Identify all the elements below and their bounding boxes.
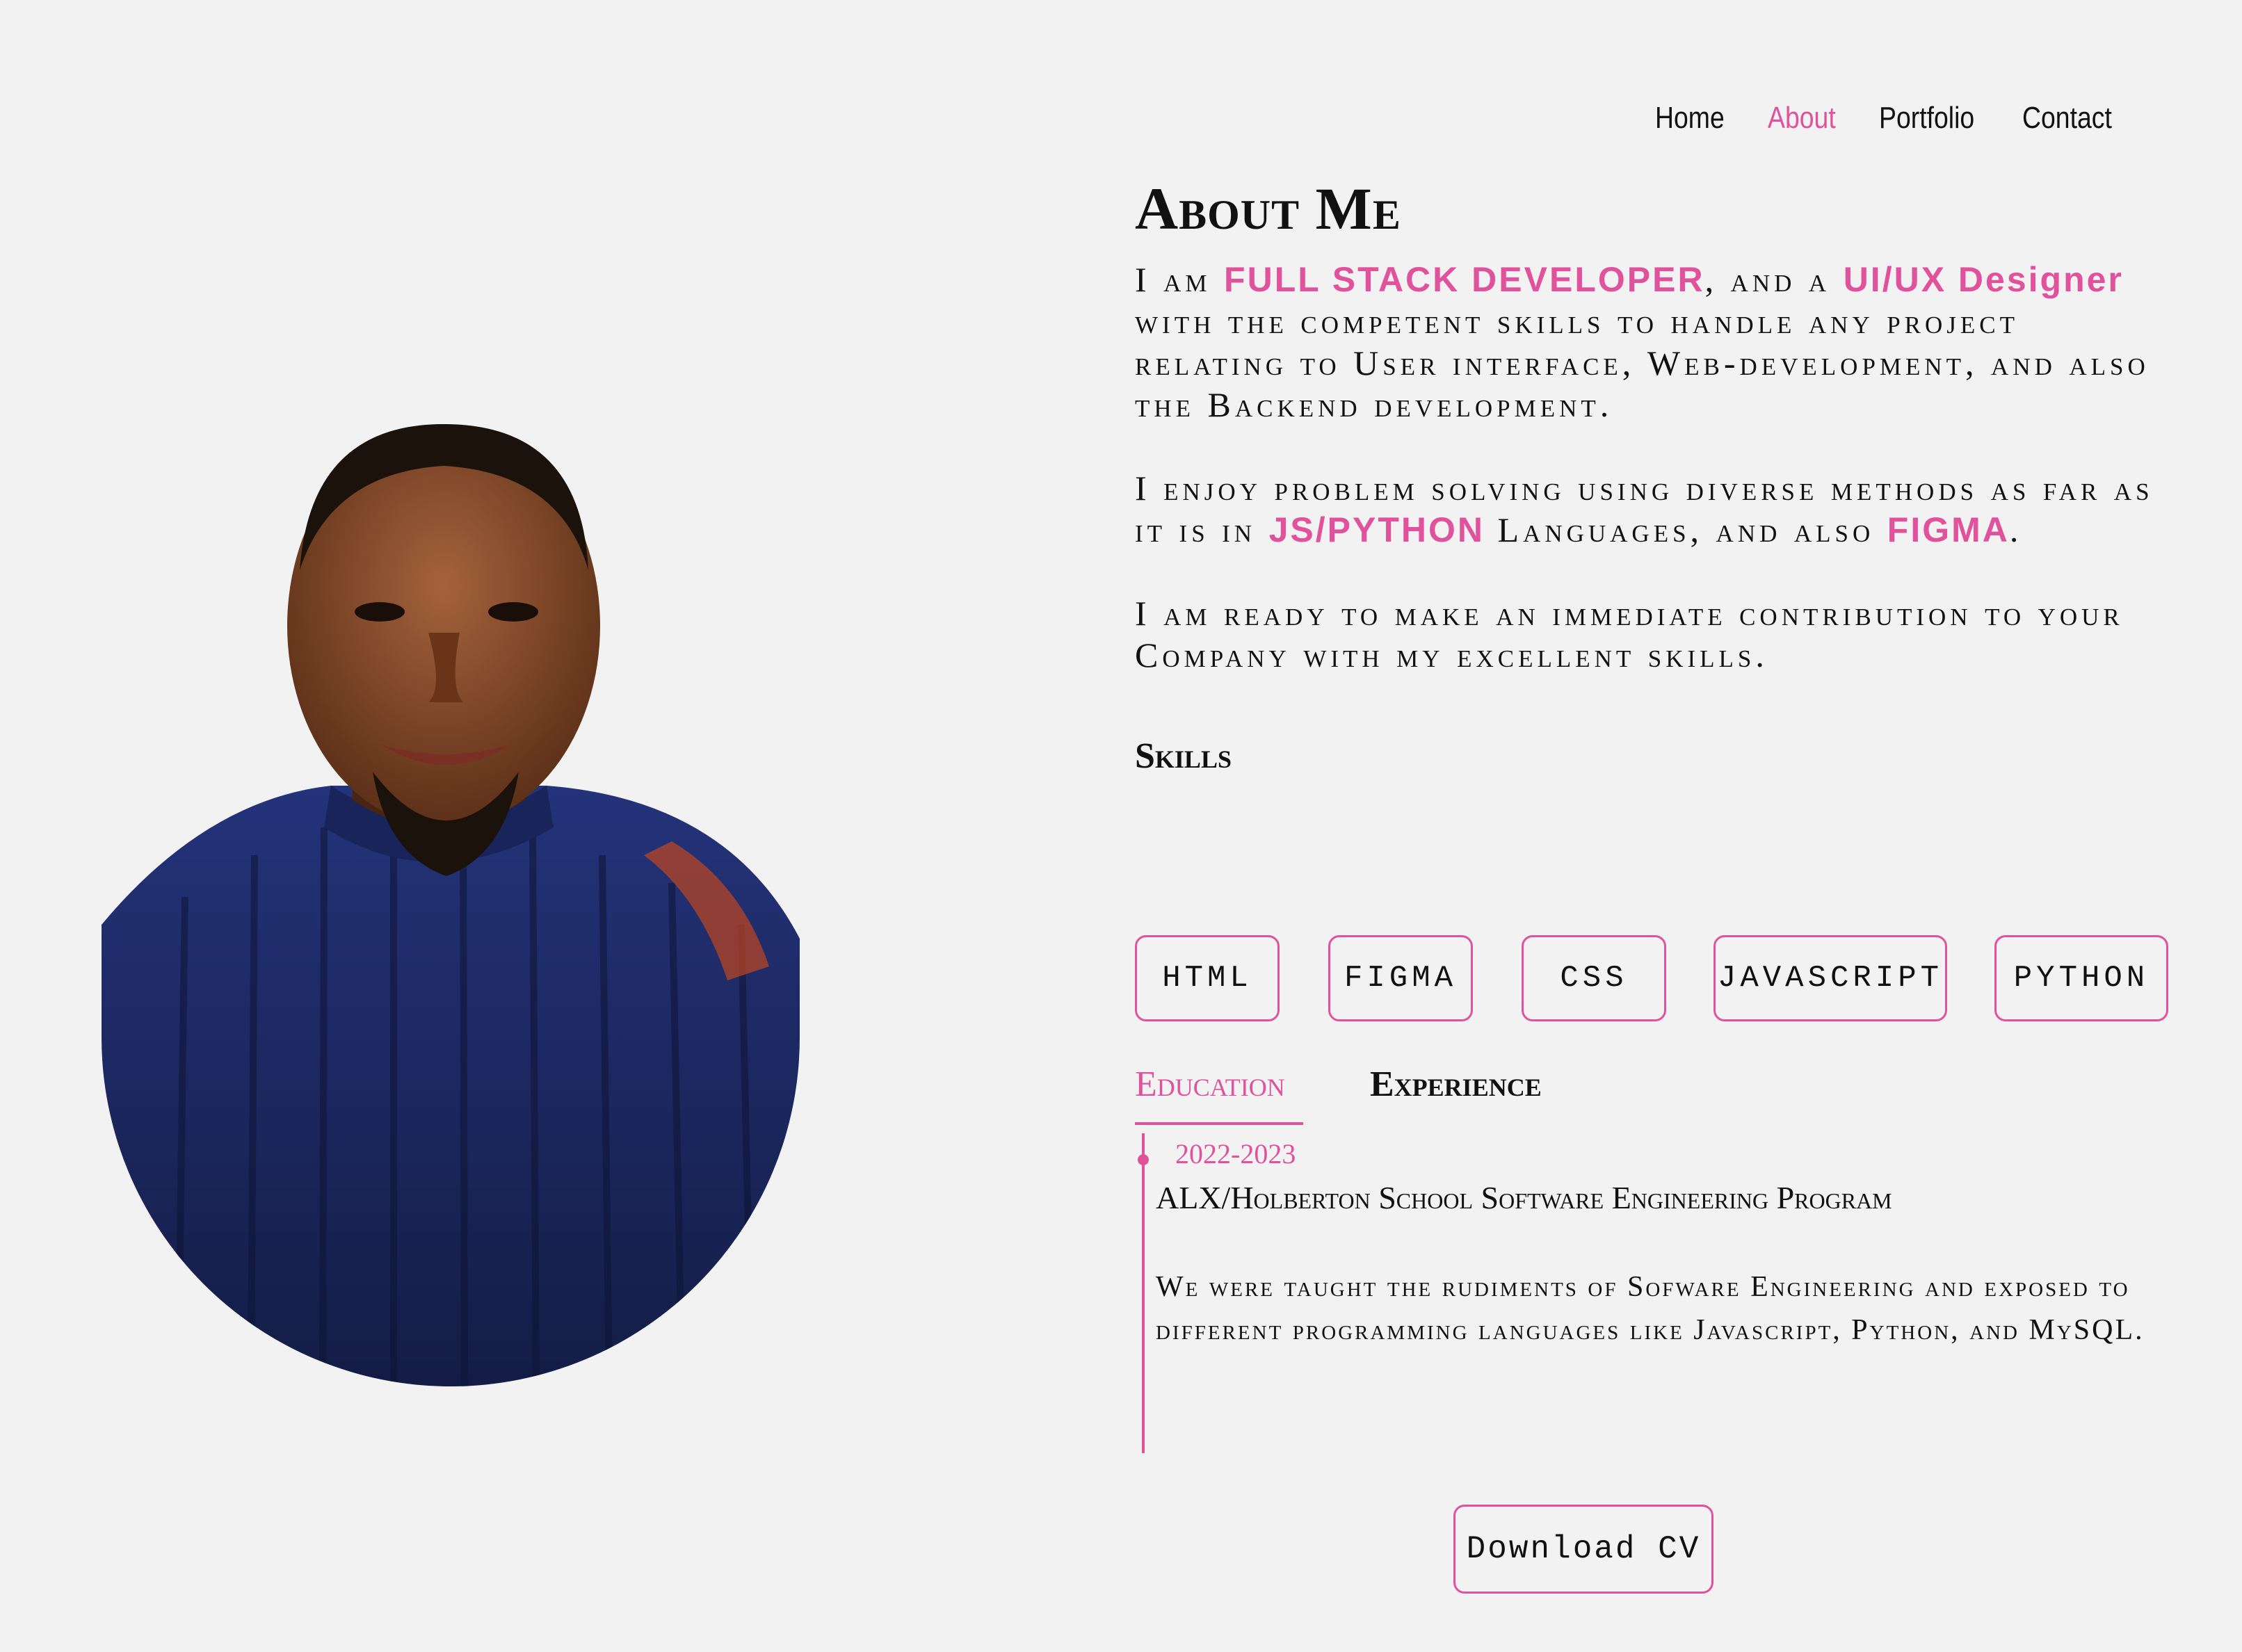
timeline-dot: [1138, 1154, 1149, 1165]
download-cv-button[interactable]: Download CV: [1453, 1505, 1713, 1594]
about-paragraph-1: I am FULL STACK DEVELOPER, and a UI/UX D…: [1135, 260, 2150, 424]
active-tab-underline: [1135, 1122, 1303, 1125]
main-nav: Home About Portfolio Contact: [1655, 97, 2128, 139]
skill-javascript[interactable]: JAVASCRIPT: [1713, 935, 1947, 1021]
education-year: 2022-2023: [1175, 1138, 1296, 1169]
tab-experience[interactable]: Experience: [1370, 1064, 1542, 1105]
education-description-line-2: different programming languages like Jav…: [1156, 1314, 2145, 1346]
timeline-line: [1142, 1133, 1145, 1453]
about-paragraph-3: I am ready to make an immediate contribu…: [1135, 594, 2124, 674]
skill-html[interactable]: HTML: [1135, 935, 1280, 1021]
nav-portfolio[interactable]: Portfolio: [1879, 101, 1974, 136]
education-description: We were taught the rudiments of Sofware …: [1156, 1265, 2185, 1352]
tab-education[interactable]: Education: [1135, 1064, 1285, 1105]
about-paragraph-2: I enjoy problem solving using diverse me…: [1135, 469, 2154, 549]
education-description-line-1: We were taught the rudiments of Sofware …: [1156, 1271, 2130, 1303]
nav-contact[interactable]: Contact: [2022, 101, 2112, 136]
skills-list: HTML FIGMA CSS JAVASCRIPT PYTHON: [1135, 935, 2192, 1026]
skill-figma[interactable]: FIGMA: [1328, 935, 1473, 1021]
education-title: ALX/Holberton School Software Engineerin…: [1156, 1180, 1892, 1215]
nav-about[interactable]: About: [1768, 101, 1836, 136]
skills-heading: Skills: [1135, 736, 1232, 776]
about-section: About Me I am FULL STACK DEVELOPER, and …: [1135, 174, 2178, 1594]
tab-bar: Education Experience: [1135, 1064, 1830, 1119]
skill-python[interactable]: PYTHON: [1994, 935, 2168, 1021]
nav-home[interactable]: Home: [1655, 101, 1725, 136]
page-title: About Me: [1135, 175, 1401, 242]
profile-photo: [102, 410, 800, 1386]
skill-css[interactable]: CSS: [1522, 935, 1666, 1021]
